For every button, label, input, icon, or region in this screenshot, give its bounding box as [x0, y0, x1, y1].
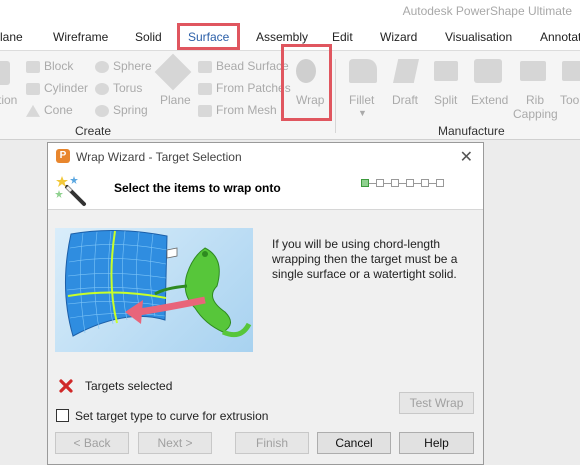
split-button[interactable]: Split — [434, 93, 457, 107]
fillet-button[interactable]: Fillet — [349, 93, 374, 107]
step-indicator — [361, 179, 369, 187]
bead-surface-icon — [198, 60, 212, 73]
wrap-wizard-dialog: P Wrap Wizard - Target Selection ✕ Selec… — [47, 142, 484, 465]
draft-button[interactable]: Draft — [392, 93, 418, 107]
step-indicator — [436, 179, 444, 187]
dialog-header: Select the items to wrap onto — [48, 170, 483, 210]
from-mesh-button[interactable]: From Mesh — [198, 103, 277, 117]
tab-assembly[interactable]: Assembly — [256, 30, 308, 44]
spring-button[interactable]: Spring — [95, 103, 148, 117]
app-logo-icon: P — [56, 149, 70, 163]
plane-button[interactable]: Plane — [160, 93, 191, 107]
plane-surface-icon — [154, 53, 192, 91]
tools-icon — [562, 61, 580, 81]
tab-annotate[interactable]: Annotat — [540, 30, 580, 44]
cone-button[interactable]: Cone — [26, 103, 73, 117]
step-connector — [369, 183, 376, 184]
cylinder-icon — [26, 82, 40, 95]
block-button[interactable]: Block — [26, 59, 73, 73]
sphere-button[interactable]: Sphere — [95, 59, 152, 73]
wand-icon — [55, 176, 86, 206]
patches-icon — [198, 82, 212, 95]
draft-icon — [393, 59, 419, 83]
sphere-icon — [95, 60, 109, 73]
dialog-title: Wrap Wizard - Target Selection — [76, 150, 242, 164]
step-connector — [399, 183, 406, 184]
x-mark-icon — [59, 379, 73, 393]
group-divider — [335, 59, 336, 133]
tab-plane[interactable]: lane — [0, 30, 23, 44]
help-button[interactable]: Help — [399, 432, 474, 454]
close-icon[interactable]: ✕ — [460, 147, 473, 167]
rib-button[interactable]: Rib — [526, 93, 544, 107]
rib-icon — [520, 61, 546, 81]
dialog-titlebar[interactable]: P Wrap Wizard - Target Selection ✕ — [48, 143, 483, 170]
tab-visualisation[interactable]: Visualisation — [445, 30, 512, 44]
step-indicator — [406, 179, 414, 187]
cylinder-button[interactable]: Cylinder — [26, 81, 88, 95]
tab-solid[interactable]: Solid — [135, 30, 162, 44]
extrusion-checkbox[interactable] — [56, 409, 69, 422]
ribbon-item-tion[interactable]: tion — [0, 93, 17, 107]
group-label-manufacture: Manufacture — [438, 124, 505, 138]
step-connector — [429, 183, 436, 184]
bead-surface-button[interactable]: Bead Surface — [198, 59, 289, 73]
wrap-illustration — [55, 228, 253, 352]
cancel-button[interactable]: Cancel — [317, 432, 391, 454]
split-icon — [434, 61, 458, 81]
fillet-dropdown-arrow[interactable]: ▼ — [358, 108, 367, 118]
mesh-icon — [198, 104, 212, 117]
tab-wizard[interactable]: Wizard — [380, 30, 417, 44]
next-button[interactable]: Next > — [138, 432, 212, 454]
wrap-button-highlight — [281, 44, 332, 121]
app-title: Autodesk PowerShape Ultimate — [402, 4, 572, 18]
title-bar: Autodesk PowerShape Ultimate — [0, 0, 580, 22]
back-button[interactable]: < Back — [55, 432, 129, 454]
plane-icon — [0, 61, 10, 85]
cone-icon — [26, 104, 40, 117]
step-connector — [384, 183, 391, 184]
extend-button[interactable]: Extend — [471, 93, 508, 107]
extend-icon — [474, 59, 502, 83]
step-indicator — [376, 179, 384, 187]
status-text: Targets selected — [85, 379, 173, 393]
group-label-create: Create — [75, 124, 112, 138]
dialog-heading: Select the items to wrap onto — [114, 181, 281, 195]
tools-button[interactable]: Too — [560, 93, 579, 107]
finish-button[interactable]: Finish — [235, 432, 309, 454]
fillet-icon — [349, 59, 377, 83]
extrusion-checkbox-label[interactable]: Set target type to curve for extrusion — [75, 409, 268, 423]
wrap-illustration-graphic — [64, 229, 252, 338]
step-indicator — [421, 179, 429, 187]
torus-icon — [95, 82, 109, 95]
surface-tab-highlight — [177, 23, 240, 50]
tab-edit[interactable]: Edit — [332, 30, 353, 44]
capping-button[interactable]: Capping — [513, 107, 558, 121]
from-patches-button[interactable]: From Patches — [198, 81, 291, 95]
tab-wireframe[interactable]: Wireframe — [53, 30, 108, 44]
dialog-description: If you will be using chord-length wrappi… — [272, 237, 458, 281]
step-indicator — [391, 179, 399, 187]
step-connector — [414, 183, 421, 184]
block-icon — [26, 60, 40, 73]
spring-icon — [95, 104, 109, 117]
torus-button[interactable]: Torus — [95, 81, 142, 95]
test-wrap-button[interactable]: Test Wrap — [399, 392, 474, 414]
